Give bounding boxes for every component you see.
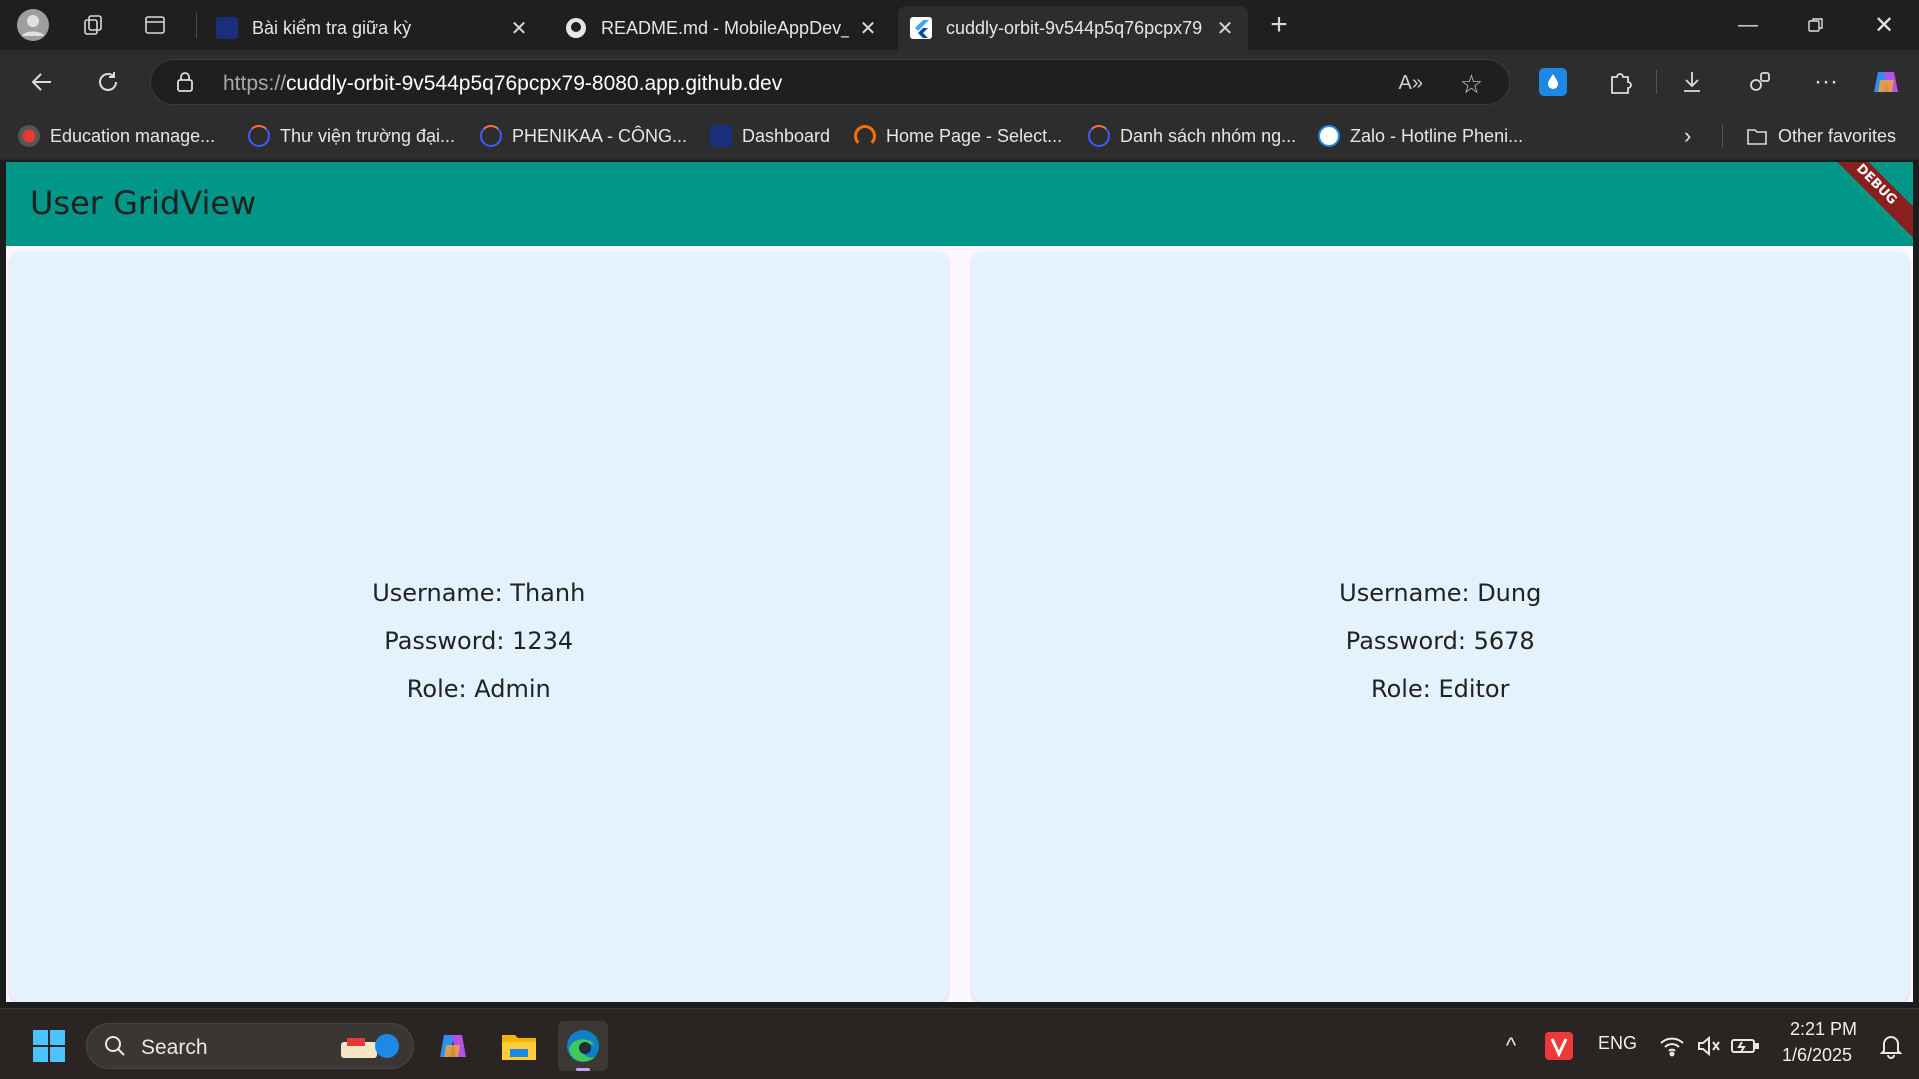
minimize-icon[interactable]: — xyxy=(1714,0,1782,50)
loading-favicon-icon xyxy=(480,125,502,147)
workspaces-icon[interactable] xyxy=(74,7,112,43)
favorite-star-icon[interactable]: ☆ xyxy=(1460,69,1483,100)
user-card[interactable]: Username: Dung Password: 5678 Role: Edit… xyxy=(971,252,1909,1002)
username-text: Username: Dung xyxy=(1339,579,1542,607)
battery-icon[interactable] xyxy=(1720,1021,1770,1071)
password-text: Password: 1234 xyxy=(384,627,574,655)
taskbar-search[interactable]: Search xyxy=(86,1023,414,1069)
orange-favicon-icon xyxy=(854,125,876,147)
tab-title: cuddly-orbit-9v544p5q76pcpx79 xyxy=(946,17,1203,38)
password-text: Password: 5678 xyxy=(1345,627,1535,655)
chevron-right-icon[interactable]: › xyxy=(1684,123,1691,148)
close-tab-icon[interactable]: ✕ xyxy=(857,16,879,41)
favorite-dashboard[interactable]: Dashboard xyxy=(710,124,830,148)
vivaldi-tray-icon[interactable] xyxy=(1534,1021,1584,1071)
back-arrow-icon[interactable] xyxy=(22,62,62,102)
profile-avatar-icon[interactable] xyxy=(14,7,52,43)
collections-icon[interactable] xyxy=(1740,62,1780,102)
address-bar[interactable]: https://cuddly-orbit-9v544p5q76pcpx79-80… xyxy=(150,59,1510,105)
file-explorer-icon[interactable] xyxy=(494,1021,544,1071)
copilot-icon[interactable] xyxy=(1866,62,1906,102)
favorite-homepage[interactable]: Home Page - Select... xyxy=(854,124,1062,148)
tab-title: README.md - MobileAppDev_N xyxy=(601,17,849,38)
vertical-tabs-icon[interactable] xyxy=(136,7,174,43)
favorite-zalo[interactable]: Zalo - Hotline Pheni... xyxy=(1318,124,1523,148)
extensions-puzzle-icon[interactable] xyxy=(1600,62,1640,102)
tab-readme[interactable]: README.md - MobileAppDev_N ✕ xyxy=(553,6,891,50)
user-card[interactable]: Username: Thanh Password: 1234 Role: Adm… xyxy=(10,252,948,1002)
favbar-divider xyxy=(1722,124,1723,148)
toolbar-divider xyxy=(1656,70,1657,94)
close-tab-icon[interactable]: ✕ xyxy=(1214,16,1236,41)
flutter-favicon-icon xyxy=(910,17,932,39)
folder-icon xyxy=(1746,125,1768,147)
downloads-icon[interactable] xyxy=(1672,62,1712,102)
tab-divider xyxy=(196,12,197,38)
active-app-indicator xyxy=(576,1068,590,1071)
lock-icon[interactable] xyxy=(175,71,195,98)
tab-flutter-app[interactable]: cuddly-orbit-9v544p5q76pcpx79 ✕ xyxy=(898,6,1248,50)
chevron-up-icon[interactable]: ^ xyxy=(1486,1021,1536,1071)
copilot-taskbar-icon[interactable] xyxy=(428,1021,478,1071)
tab-title: Bài kiểm tra giữa kỳ xyxy=(252,17,412,38)
close-window-icon[interactable]: ✕ xyxy=(1850,0,1918,50)
notifications-bell-icon[interactable] xyxy=(1866,1021,1916,1071)
search-icon xyxy=(103,1034,127,1063)
username-text: Username: Thanh xyxy=(372,579,586,607)
extension-droplet-icon[interactable] xyxy=(1533,62,1573,102)
windows-taskbar: Search ^ ENG 2:21 PM 1/6/2025 xyxy=(0,1008,1919,1079)
role-text: Role: Admin xyxy=(406,675,551,703)
other-favorites[interactable]: Other favorites xyxy=(1746,124,1896,148)
language-indicator[interactable]: ENG xyxy=(1598,1033,1637,1054)
user-grid: Username: Thanh Password: 1234 Role: Adm… xyxy=(10,252,1909,1002)
clock-date[interactable]: 1/6/2025 xyxy=(1782,1045,1852,1066)
phenikaa-favicon-icon xyxy=(710,125,732,147)
read-aloud-icon[interactable]: A» xyxy=(1399,72,1423,95)
refresh-icon[interactable] xyxy=(88,62,128,102)
windows-start-icon[interactable] xyxy=(24,1021,74,1071)
favorite-library[interactable]: Thư viện trường đại... xyxy=(248,124,455,148)
zalo-favicon-icon xyxy=(1318,125,1340,147)
browser-toolbar: https://cuddly-orbit-9v544p5q76pcpx79-80… xyxy=(0,50,1919,112)
browser-tab-strip: Bài kiểm tra giữa kỳ ✕ README.md - Mobil… xyxy=(0,0,1919,50)
loading-favicon-icon xyxy=(248,125,270,147)
new-tab-icon[interactable]: + xyxy=(1260,7,1298,43)
phenikaa-favicon-icon xyxy=(216,17,238,39)
search-label: Search xyxy=(141,1036,208,1059)
restore-icon[interactable] xyxy=(1782,0,1850,50)
clock-time[interactable]: 2:21 PM xyxy=(1790,1019,1857,1040)
more-options-icon[interactable]: ··· xyxy=(1806,62,1846,102)
close-tab-icon[interactable]: ✕ xyxy=(508,16,530,41)
app-title: User GridView xyxy=(30,184,257,222)
favorite-group-list[interactable]: Danh sách nhóm ng... xyxy=(1088,124,1296,148)
education-favicon-icon xyxy=(18,125,40,147)
github-favicon-icon xyxy=(565,17,587,39)
url-text: https://cuddly-orbit-9v544p5q76pcpx79-80… xyxy=(223,72,783,95)
tab-midterm[interactable]: Bài kiểm tra giữa kỳ ✕ xyxy=(204,6,542,50)
role-text: Role: Editor xyxy=(1371,675,1510,703)
edge-browser-icon[interactable] xyxy=(558,1021,608,1071)
web-page: User GridView DEBUG Username: Thanh Pass… xyxy=(6,162,1913,1002)
search-highlight-icon xyxy=(337,1030,403,1069)
loading-favicon-icon xyxy=(1088,125,1110,147)
favorites-bar: Education manage... Thư viện trường đại.… xyxy=(0,112,1919,160)
favorite-education[interactable]: Education manage... xyxy=(18,124,215,148)
favorite-phenikaa[interactable]: PHENIKAA - CÔNG... xyxy=(480,124,687,148)
app-bar: User GridView xyxy=(6,162,1913,246)
